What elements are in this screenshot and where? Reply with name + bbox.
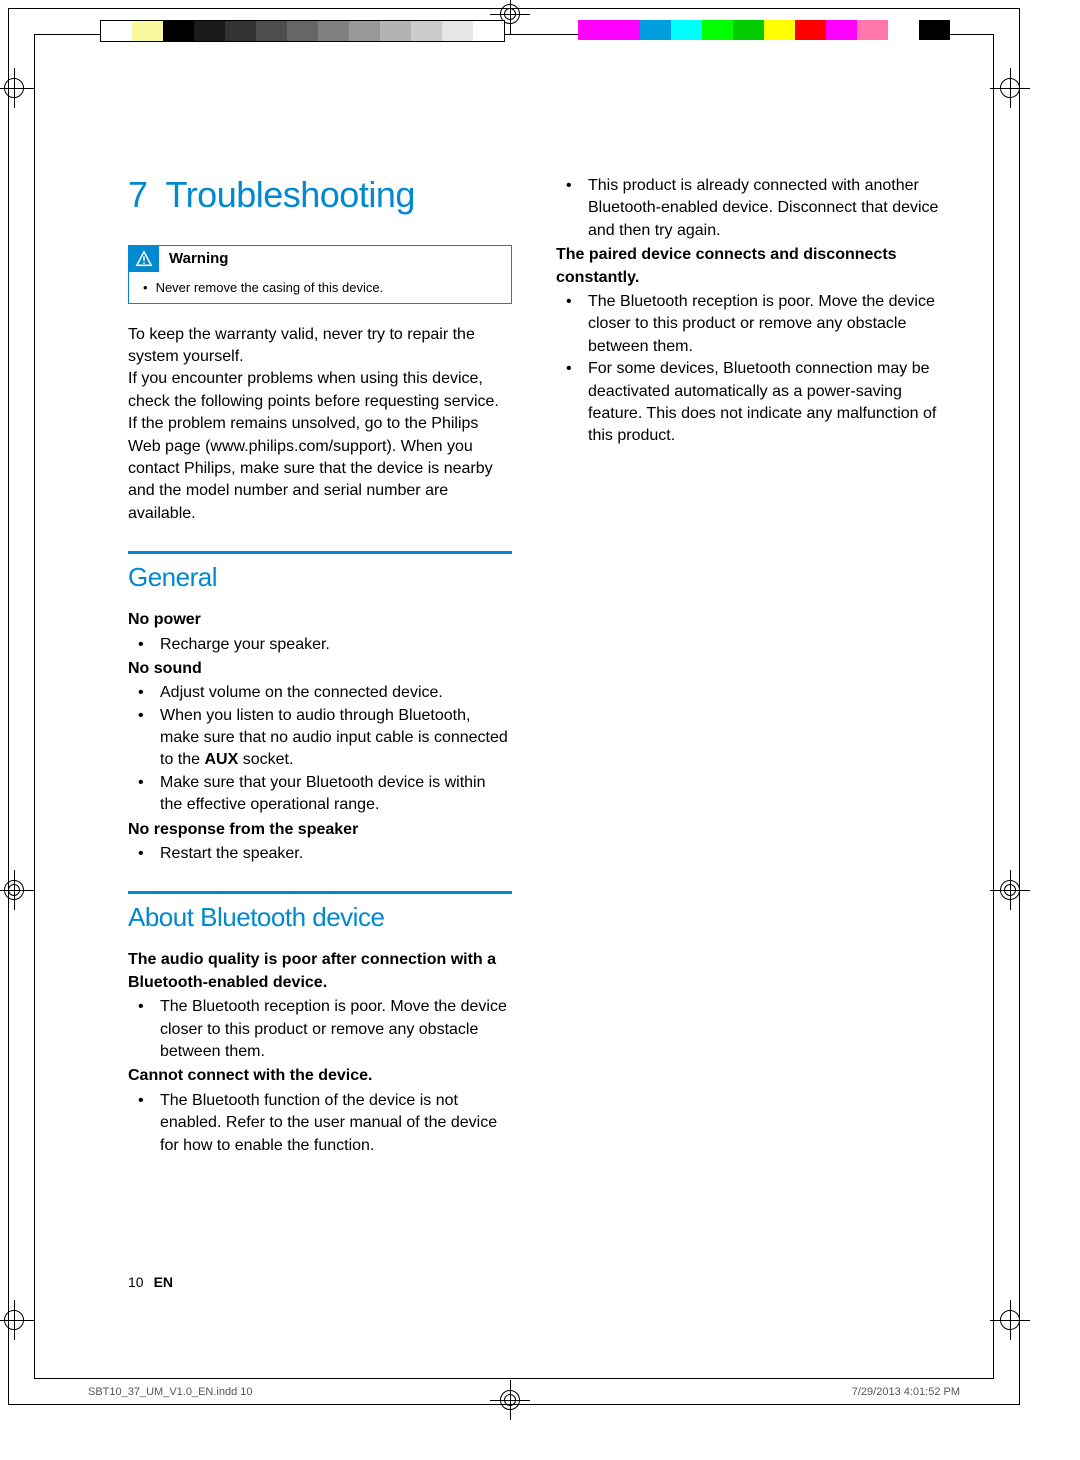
warning-icon bbox=[129, 246, 159, 272]
warning-label: Warning bbox=[159, 250, 228, 267]
reg-mark bbox=[490, 1380, 530, 1420]
sub: No response from the speaker bbox=[128, 819, 512, 841]
grayscale-bar bbox=[100, 20, 505, 42]
content: 7Troubleshooting Warning Never remove th… bbox=[128, 175, 940, 1290]
left-col: 7Troubleshooting Warning Never remove th… bbox=[128, 175, 512, 1290]
reg-mark bbox=[0, 1300, 34, 1340]
list-item: Recharge your speaker. bbox=[128, 634, 512, 656]
page: 7Troubleshooting Warning Never remove th… bbox=[0, 0, 1080, 1460]
list-item: When you listen to audio through Bluetoo… bbox=[128, 705, 512, 772]
list-item: The Bluetooth reception is poor. Move th… bbox=[556, 291, 940, 358]
list-item: This product is already connected with a… bbox=[556, 175, 940, 242]
reg-mark bbox=[990, 68, 1030, 108]
list-item: Make sure that your Bluetooth device is … bbox=[128, 772, 512, 817]
heading-general: General bbox=[128, 551, 512, 593]
slug-right: 7/29/2013 4:01:52 PM bbox=[852, 1386, 960, 1398]
heading-bluetooth: About Bluetooth device bbox=[128, 891, 512, 933]
sub: No sound bbox=[128, 658, 512, 680]
sub: The audio quality is poor after connecti… bbox=[128, 949, 512, 994]
reg-mark bbox=[0, 68, 34, 108]
reg-mark bbox=[0, 870, 34, 910]
warning-box: Warning Never remove the casing of this … bbox=[128, 245, 512, 304]
reg-mark bbox=[990, 870, 1030, 910]
sub: No power bbox=[128, 609, 512, 631]
list-item: The Bluetooth function of the device is … bbox=[128, 1090, 512, 1157]
color-bar bbox=[578, 20, 950, 40]
sub: Cannot connect with the device. bbox=[128, 1065, 512, 1087]
page-footer: 10EN bbox=[128, 1274, 173, 1290]
list-item: Restart the speaker. bbox=[128, 843, 512, 865]
sub: The paired device connects and disconnec… bbox=[556, 244, 940, 289]
page-title: 7Troubleshooting bbox=[128, 175, 512, 215]
right-col: This product is already connected with a… bbox=[556, 175, 940, 1290]
list-item: Adjust volume on the connected device. bbox=[128, 682, 512, 704]
list-item: The Bluetooth reception is poor. Move th… bbox=[128, 996, 512, 1063]
section-bluetooth: About Bluetooth device The audio quality… bbox=[128, 891, 512, 1157]
intro-text: To keep the warranty valid, never try to… bbox=[128, 324, 512, 526]
warning-text: Never remove the casing of this device. bbox=[129, 272, 511, 303]
section-general: General No power Recharge your speaker. … bbox=[128, 551, 512, 865]
reg-mark bbox=[990, 1300, 1030, 1340]
list-item: For some devices, Bluetooth connection m… bbox=[556, 358, 940, 448]
slug-left: SBT10_37_UM_V1.0_EN.indd 10 bbox=[88, 1386, 253, 1398]
